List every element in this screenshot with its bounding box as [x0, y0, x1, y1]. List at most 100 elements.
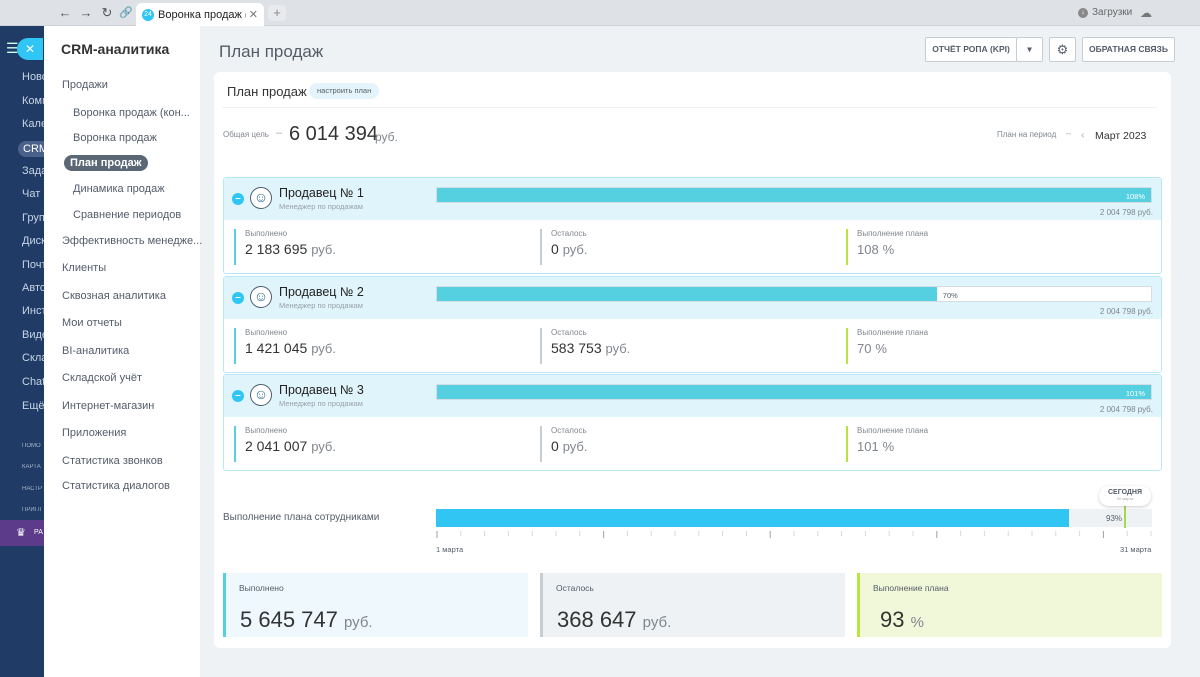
collapse-icon[interactable]: – — [232, 193, 244, 205]
seller-progress-bar: 101% — [436, 384, 1152, 400]
main-menu-item[interactable]: Чат и — [22, 188, 44, 200]
cloud-icon[interactable]: ☁ — [1140, 6, 1152, 20]
setup-plan-button[interactable]: настроить план — [309, 83, 380, 99]
metric-plan: Выполнение плана 101 % — [846, 426, 928, 462]
main-menu-item[interactable]: Груп — [22, 212, 44, 224]
new-tab-button[interactable]: + — [268, 5, 286, 21]
seller-progress-pct: 101% — [1125, 389, 1145, 398]
sidebar-item-funnel-contacts[interactable]: Воронка продаж (кон... — [73, 107, 190, 119]
sidebar-item-dialog-stats[interactable]: Статистика диалогов — [62, 480, 170, 492]
main-menu-item[interactable]: Комм — [22, 95, 44, 107]
avatar: ☺ — [250, 187, 272, 209]
back-icon[interactable]: ← — [57, 5, 73, 21]
metric-value: 2 183 695 руб. — [245, 241, 336, 257]
kpi-dropdown-button[interactable]: ▾ — [1016, 37, 1043, 62]
avatar: ☺ — [250, 384, 272, 406]
sidebar-item-warehouse[interactable]: Складской учёт — [62, 372, 142, 384]
seller-role: Менеджер по продажам — [279, 301, 363, 310]
main-menu-item[interactable]: Виде — [22, 329, 44, 341]
forward-icon[interactable]: → — [78, 5, 94, 21]
metric-unit: % — [875, 341, 887, 356]
seller-block: – ☺ Продавец № 2 Менеджер по продажам 70… — [223, 276, 1162, 373]
sidebar-item-call-stats[interactable]: Статистика звонков — [62, 455, 163, 467]
collapse-icon[interactable]: – — [232, 390, 244, 402]
kpi-report-button[interactable]: ОТЧЁТ РОПА (KPI) — [925, 37, 1017, 62]
period-selector[interactable]: Март 2023 — [1095, 130, 1146, 142]
seller-name[interactable]: Продавец № 1 — [279, 186, 364, 200]
metric-unit: руб. — [562, 242, 588, 257]
divider — [222, 107, 1157, 108]
main-menu-item[interactable]: Chat — [22, 376, 44, 388]
prev-period-icon[interactable]: ‹ — [1081, 130, 1084, 141]
metric-value: 1 421 045 руб. — [245, 340, 336, 356]
tab-title: Воронка продаж (ко... — [158, 8, 246, 21]
sidebar-item-sales-dynamics[interactable]: Динамика продаж — [73, 183, 165, 195]
upgrade-banner[interactable]: ♛ РА — [0, 520, 44, 546]
close-tab-icon[interactable]: ✕ — [249, 8, 258, 21]
main-menu-service-item[interactable]: ПРИГЛ — [22, 507, 44, 513]
team-progress-pct: 93% — [1106, 514, 1123, 523]
day-ticks — [436, 531, 1152, 538]
metric-label: Осталось — [551, 426, 587, 435]
downloads-button[interactable]: ↓ Загрузки — [1078, 7, 1132, 18]
metric-left: Осталось 0 руб. — [540, 426, 587, 462]
main-menu-item[interactable]: Инст — [22, 305, 44, 317]
reload-icon[interactable]: ↻ — [99, 5, 115, 21]
feedback-button[interactable]: ОБРАТНАЯ СВЯЗЬ — [1082, 37, 1175, 62]
team-progress-bar — [436, 509, 1152, 527]
metric-label: Выполнено — [245, 328, 288, 337]
metric-value: 0 руб. — [551, 438, 587, 454]
total-number: 5 645 747 — [240, 607, 338, 632]
sidebar-item-sales-plan[interactable]: План продаж — [64, 155, 148, 171]
main-menu-item[interactable]: Почт — [22, 259, 44, 271]
sidebar-item-apps[interactable]: Приложения — [62, 427, 126, 439]
settings-button[interactable]: ⚙ — [1049, 37, 1076, 62]
sidebar-item-sales[interactable]: Продажи — [62, 79, 108, 91]
metric-number: 2 183 695 — [245, 241, 308, 257]
main-menu-item[interactable]: Скла — [22, 352, 44, 364]
sidebar-item-eshop[interactable]: Интернет-магазин — [62, 400, 154, 412]
main-menu-service-item[interactable]: ПОМО — [22, 443, 44, 449]
main-menu-item[interactable]: Диск — [22, 235, 44, 247]
metric-unit: руб. — [311, 341, 336, 356]
total-number: 93 — [880, 607, 905, 632]
collapse-icon[interactable]: – — [232, 292, 244, 304]
day-start-label: 1 марта — [436, 545, 464, 554]
sidebar-item-end-to-end[interactable]: Сквозная аналитика — [62, 290, 166, 302]
sidebar-item-funnel[interactable]: Воронка продаж — [73, 132, 157, 144]
seller-name[interactable]: Продавец № 2 — [279, 285, 364, 299]
metric-label: Выполнение плана — [857, 426, 929, 435]
seller-name[interactable]: Продавец № 3 — [279, 383, 364, 397]
sidebar-item-my-reports[interactable]: Мои отчеты — [62, 317, 122, 329]
close-slider-button[interactable]: ✕ — [17, 38, 43, 60]
sidebar-item-manager-efficiency[interactable]: Эффективность менедже... — [62, 235, 202, 247]
metric-done: Выполнено 2 183 695 руб. — [234, 229, 336, 265]
main-menu-item[interactable]: Зада — [22, 165, 44, 177]
main-menu-item[interactable]: Авто — [22, 282, 44, 294]
browser-tab[interactable]: 24 Воронка продаж (ко... ✕ — [136, 3, 264, 26]
total-label: Выполнение плана — [873, 583, 949, 593]
main-menu-item[interactable]: Ещё — [22, 400, 44, 412]
period-dash: – — [1066, 128, 1072, 138]
sidebar-item-clients[interactable]: Клиенты — [62, 262, 106, 274]
main-menu-item[interactable]: Ново — [22, 71, 44, 83]
main-menu-service-item[interactable]: НАСТР — [22, 486, 44, 492]
metric-number: 2 041 007 — [245, 438, 308, 454]
sidebar-item-compare-periods[interactable]: Сравнение периодов — [73, 209, 181, 221]
metric-unit: руб. — [562, 439, 588, 454]
main-menu-item[interactable]: Кале — [22, 118, 44, 130]
metric-label: Выполнение плана — [857, 229, 929, 238]
metric-value: 70 % — [857, 340, 928, 356]
metric-done: Выполнено 1 421 045 руб. — [234, 328, 336, 364]
metric-number: 70 — [857, 341, 872, 356]
seller-plan: 2 004 798 руб. — [1099, 208, 1153, 217]
sidebar-item-bi[interactable]: BI-аналитика — [62, 345, 129, 357]
main-menu-item[interactable]: CRM — [18, 141, 44, 157]
metric-unit: руб. — [605, 341, 631, 356]
today-tooltip: СЕГОДНЯ 30 марта — [1099, 486, 1151, 506]
link-icon[interactable]: 🔗 — [118, 5, 134, 21]
metric-unit: % — [882, 439, 895, 454]
sidebar-title: CRM-аналитика — [61, 41, 170, 57]
avatar: ☺ — [250, 286, 272, 308]
main-menu-service-item[interactable]: КАРТА — [22, 464, 44, 470]
